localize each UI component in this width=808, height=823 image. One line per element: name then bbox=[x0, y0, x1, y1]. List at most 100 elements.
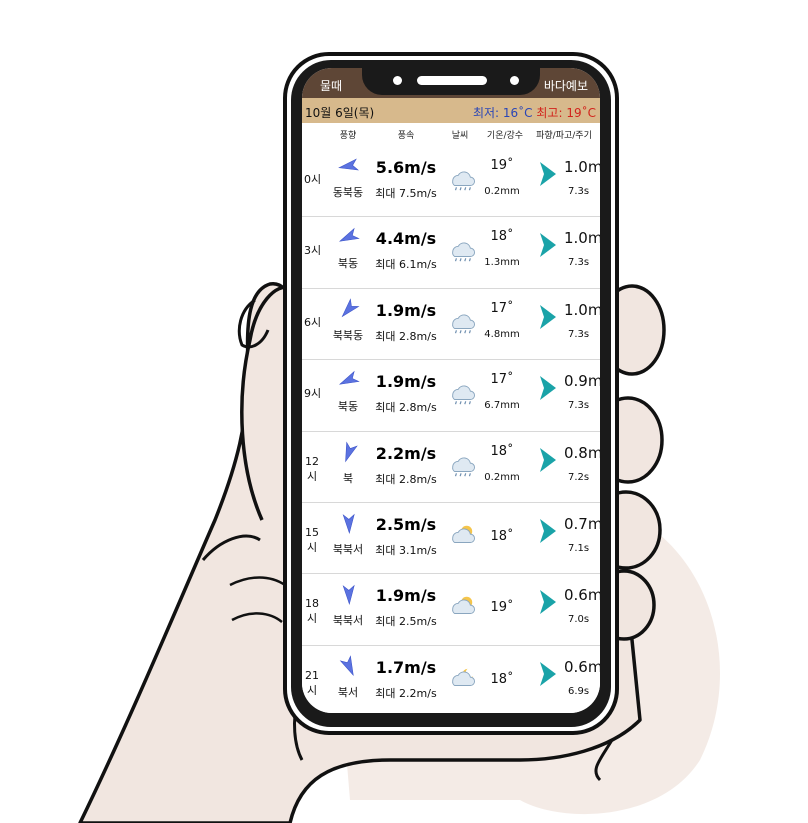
temperature: 17˚ bbox=[490, 300, 514, 316]
rain-cloud-icon bbox=[447, 452, 477, 478]
time-label: 21 시 bbox=[305, 668, 319, 697]
wind-direction-label: 북북서 bbox=[332, 614, 364, 628]
tab-tide[interactable]: 물때 bbox=[320, 77, 342, 94]
header-wind-dir: 풍향 bbox=[339, 131, 357, 141]
min-temp-label: 최저: bbox=[472, 106, 500, 120]
wind-direction-arrow-icon bbox=[338, 511, 360, 535]
watermark bbox=[245, 380, 575, 440]
wind-gust: 최대 3.1m/s bbox=[375, 543, 437, 557]
wind-direction-label: 북 bbox=[342, 471, 354, 485]
wind-direction-arrow-icon bbox=[338, 582, 360, 606]
wind-direction-arrow-icon bbox=[338, 297, 360, 321]
wind-speed: 1.9m/s bbox=[375, 300, 437, 320]
wind-gust: 최대 7.5m/s bbox=[375, 187, 437, 200]
wave-period: 7.3s bbox=[568, 257, 590, 269]
wave-height: 0.6m bbox=[564, 586, 600, 605]
speaker-icon bbox=[417, 76, 487, 85]
time-label: 0시 bbox=[304, 173, 322, 186]
min-temp-value: 16˚C bbox=[502, 106, 533, 120]
wave-period: 7.0s bbox=[568, 614, 590, 626]
header-wind-speed: 풍속 bbox=[397, 131, 415, 141]
time-label: 18 시 bbox=[305, 597, 319, 626]
night-cloudy-icon bbox=[447, 666, 477, 692]
temperature: 18˚ bbox=[490, 528, 514, 544]
wave-height: 1.0m bbox=[564, 158, 600, 176]
wind-gust: 최대 2.8m/s bbox=[375, 329, 437, 343]
precipitation: 4.8mm bbox=[484, 328, 520, 340]
wind-direction-label: 북동 bbox=[337, 257, 359, 271]
wind-direction-label: 동북동 bbox=[332, 186, 364, 199]
wind-gust: 최대 2.8m/s bbox=[375, 472, 437, 486]
rain-cloud-icon bbox=[447, 166, 477, 192]
table-row: 15 시북북서 2.5m/s 최대 3.1m/s 18˚ 0.7m 7.1s bbox=[302, 502, 600, 575]
partly-cloudy-icon bbox=[447, 594, 477, 620]
table-row: 18 시북북서 1.9m/s 최대 2.5m/s 19˚ 0.6m 7.0s bbox=[302, 574, 600, 646]
rain-cloud-icon bbox=[447, 237, 477, 263]
temperature: 19˚ bbox=[490, 158, 514, 173]
table-row: 6시북북동 1.9m/s 최대 2.8m/s 17˚ 4.8mm 1.0m 7.3s bbox=[302, 288, 600, 361]
wind-gust: 최대 6.1m/s bbox=[375, 258, 437, 272]
temperature: 19˚ bbox=[490, 600, 514, 616]
wave-direction-arrow-icon bbox=[536, 588, 560, 616]
wave-direction-arrow-icon bbox=[536, 231, 560, 259]
wave-direction-arrow-icon bbox=[536, 160, 560, 188]
wave-direction-arrow-icon bbox=[536, 446, 560, 474]
rain-cloud-icon bbox=[447, 309, 477, 335]
wave-height: 1.0m bbox=[564, 229, 600, 248]
time-label: 15 시 bbox=[305, 525, 319, 554]
partly-cloudy-icon bbox=[447, 523, 477, 549]
tab-sea-forecast[interactable]: 바다예보 bbox=[544, 77, 588, 94]
wave-height: 1.0m bbox=[564, 300, 600, 319]
time-label: 3시 bbox=[304, 244, 322, 258]
date-label: 10월 6일(목) bbox=[305, 106, 375, 120]
column-headers: 풍향 풍속 날씨 기온/강수 파향/파고/주기 bbox=[302, 126, 600, 144]
table-row: 12 시북 2.2m/s 최대 2.8m/s 18˚ 0.2mm 0.8m 7.2s bbox=[302, 431, 600, 503]
wind-gust: 최대 2.2m/s bbox=[375, 686, 437, 700]
precipitation: 0.2mm bbox=[484, 471, 520, 483]
table-row: 21 시북서 1.7m/s 최대 2.2m/s 18˚ 0.6m 6.9s bbox=[302, 645, 600, 713]
precipitation: 0.2mm bbox=[484, 186, 520, 197]
wave-period: 7.1s bbox=[568, 542, 590, 554]
wind-direction-label: 북서 bbox=[337, 685, 359, 699]
wave-height: 0.8m bbox=[564, 443, 600, 462]
max-temp-label: 최고: bbox=[536, 106, 563, 120]
wave-period: 6.9s bbox=[568, 685, 590, 697]
max-temp-value: 19˚C bbox=[566, 106, 596, 120]
header-weather: 날씨 bbox=[451, 131, 469, 141]
wind-speed: 1.9m/s bbox=[375, 586, 437, 606]
wave-direction-arrow-icon bbox=[536, 517, 560, 545]
wind-speed: 2.5m/s bbox=[375, 514, 437, 534]
wind-direction-arrow-icon bbox=[338, 654, 360, 678]
table-row: 0시동북동 5.6m/s 최대 7.5m/s 19˚ 0.2mm 1.0m 7.3s bbox=[302, 146, 600, 218]
temperature: 18˚ bbox=[490, 443, 514, 459]
date-bar: 10월 6일(목) 최저: 16˚C 최고: 19˚C bbox=[302, 98, 600, 123]
wind-speed: 5.6m/s bbox=[375, 158, 437, 177]
wave-height: 0.6m bbox=[564, 657, 600, 676]
time-label: 12 시 bbox=[305, 454, 319, 483]
top-tab-bar: 물때 바다예보 bbox=[302, 68, 600, 98]
wave-period: 7.3s bbox=[568, 328, 590, 340]
wind-direction-arrow-icon bbox=[338, 225, 360, 249]
header-wave: 파향/파고/주기 bbox=[536, 131, 592, 141]
wind-direction-label: 북북서 bbox=[332, 542, 364, 556]
temperature: 18˚ bbox=[490, 671, 514, 687]
wind-direction-label: 북북동 bbox=[332, 328, 364, 342]
camera-dot-icon bbox=[393, 76, 402, 85]
phone-notch bbox=[362, 68, 540, 95]
wind-direction-arrow-icon bbox=[338, 440, 360, 464]
wave-direction-arrow-icon bbox=[536, 660, 560, 688]
wave-height: 0.7m bbox=[564, 514, 600, 533]
min-max-temp: 최저: 16˚C 최고: 19˚C bbox=[473, 104, 596, 121]
sensor-dot-icon bbox=[510, 76, 519, 85]
wind-speed: 1.7m/s bbox=[375, 657, 437, 677]
temperature: 18˚ bbox=[490, 229, 514, 245]
wave-period: 7.3s bbox=[568, 186, 590, 197]
precipitation: 1.3mm bbox=[484, 257, 520, 269]
wind-gust: 최대 2.5m/s bbox=[375, 615, 437, 629]
wind-speed: 2.2m/s bbox=[375, 443, 437, 463]
wave-period: 7.2s bbox=[568, 471, 590, 483]
table-row: 3시북동 4.4m/s 최대 6.1m/s 18˚ 1.3mm 1.0m 7.3s bbox=[302, 217, 600, 289]
time-label: 6시 bbox=[304, 315, 322, 329]
wave-direction-arrow-icon bbox=[536, 303, 560, 331]
wind-speed: 4.4m/s bbox=[375, 229, 437, 249]
